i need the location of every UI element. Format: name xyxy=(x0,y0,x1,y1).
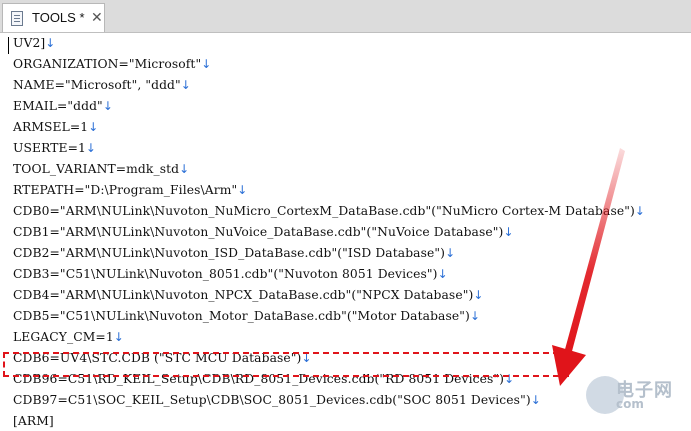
watermark-logo: 电子网 com xyxy=(586,376,691,414)
arrow-head xyxy=(552,345,586,386)
arrow-shaft xyxy=(564,148,625,355)
annotation-arrow xyxy=(552,148,625,386)
watermark-sub: com xyxy=(616,397,644,411)
